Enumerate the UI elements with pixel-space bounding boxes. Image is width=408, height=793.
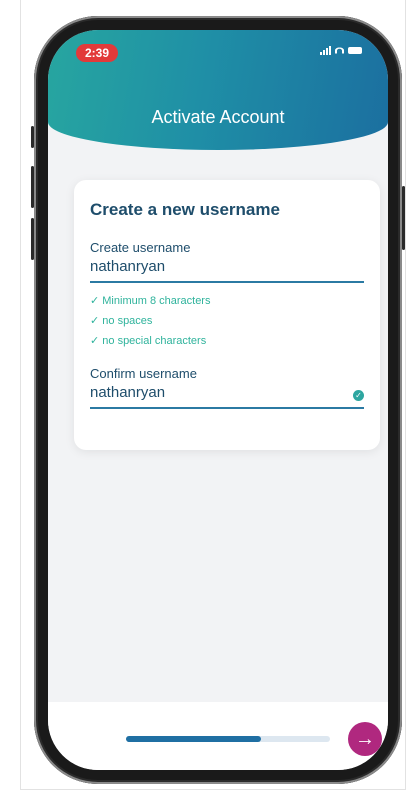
app-header: 2:39 Activate Account — [48, 30, 388, 150]
create-username-label: Create username — [90, 240, 191, 255]
card-heading: Create a new username — [90, 200, 280, 219]
create-username-input[interactable]: nathanryan — [90, 258, 364, 283]
battery-icon — [348, 47, 362, 54]
username-card: Create a new username Create username na… — [74, 180, 380, 450]
progress-bar — [126, 736, 330, 742]
valid-check-icon: ✓ — [353, 390, 364, 401]
status-icons — [320, 46, 362, 55]
phone-screen: 2:39 Activate Account Create a new usern… — [48, 30, 388, 770]
phone-frame: 2:39 Activate Account Create a new usern… — [31, 16, 405, 784]
arrow-right-icon: → — [355, 728, 375, 750]
confirm-username-label: Confirm username — [90, 366, 197, 381]
mute-switch — [31, 126, 34, 148]
volume-down-button — [31, 218, 34, 260]
confirm-username-input[interactable]: nathanryan — [90, 384, 364, 409]
wifi-icon — [335, 47, 344, 54]
rule-min-length: ✓ Minimum 8 characters — [90, 295, 211, 307]
volume-up-button — [31, 166, 34, 208]
rule-no-special: ✓ no special characters — [90, 335, 207, 347]
signal-icon — [320, 46, 331, 55]
rule-no-spaces: ✓ no spaces — [90, 315, 153, 327]
status-time: 2:39 — [76, 44, 119, 62]
progress-fill — [126, 736, 261, 742]
next-button[interactable]: → — [348, 722, 382, 756]
page-title: Activate Account — [151, 107, 285, 127]
power-button — [402, 186, 405, 250]
